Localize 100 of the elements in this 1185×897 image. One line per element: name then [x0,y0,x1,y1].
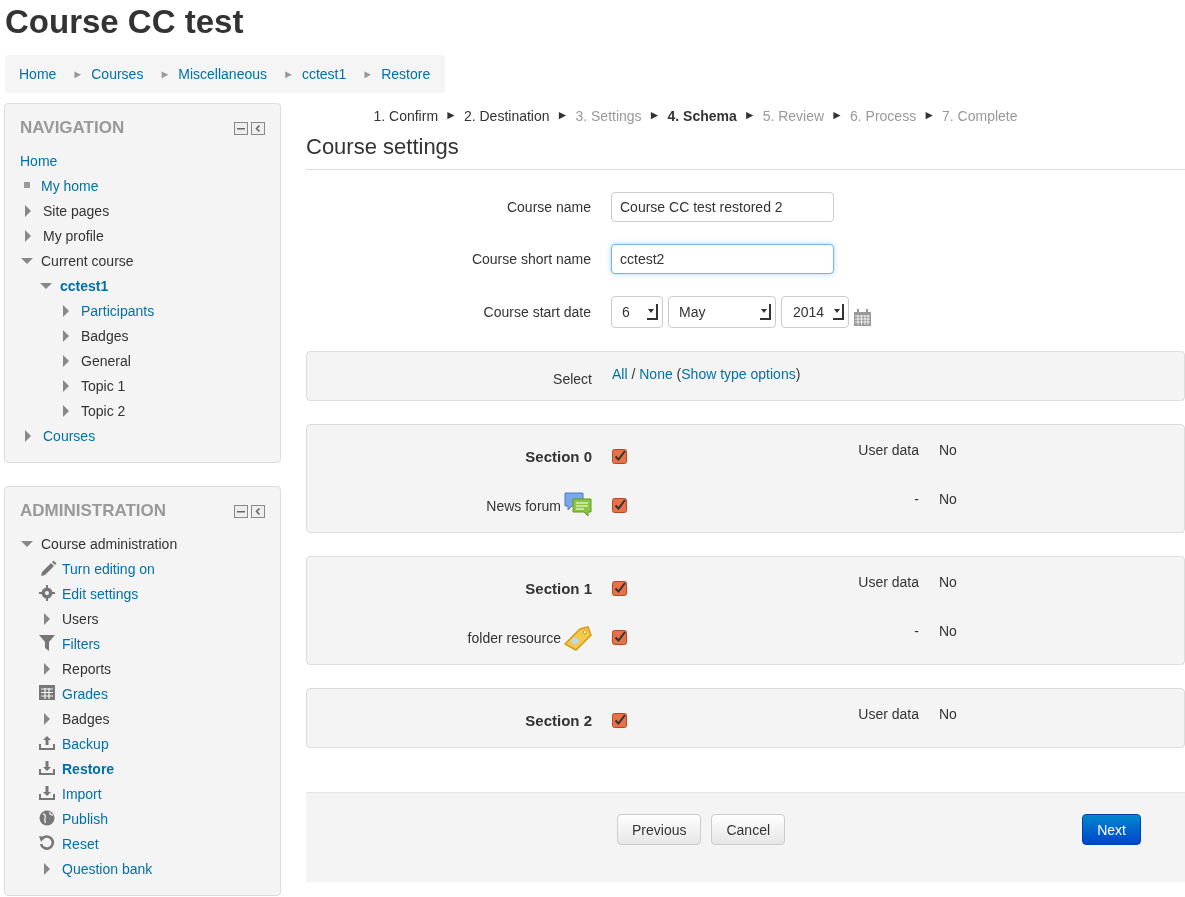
circular-arrow-icon [39,835,57,852]
nav-link[interactable]: Publish [62,810,108,827]
select-link[interactable]: Show type options [681,366,796,400]
breadcrumb-link[interactable]: Restore [381,66,431,82]
nav-item[interactable]: Course administration [41,535,178,552]
setting-value: No [939,574,958,592]
calendar-icon[interactable] [854,308,871,326]
pencil-icon [39,560,57,577]
nav-link[interactable]: Question bank [62,860,153,877]
step-separator: ► [648,108,661,124]
chat-bubbles-icon [564,492,592,519]
setting-label: - [913,491,919,509]
year-dropdown[interactable]: 2014 [781,296,849,328]
dock-icon[interactable] [251,504,265,518]
block-title: ADMINISTRATION [20,501,167,521]
nav-link[interactable]: Edit settings [62,585,139,602]
step-separator: ► [831,108,843,124]
checkbox[interactable] [612,581,627,596]
punctuation-text: ) [795,366,801,384]
step-separator: ► [923,108,936,124]
nav-item[interactable]: General [81,352,131,369]
setting-label: User data [857,706,919,724]
minimize-icon[interactable] [234,504,248,518]
nav-link[interactable]: My home [41,177,99,194]
nav-item[interactable]: Current course [41,252,134,269]
breadcrumb-separator: ► [283,68,294,80]
nav-item[interactable]: Reports [62,660,112,677]
checkbox[interactable] [612,713,627,728]
nav-item[interactable]: Topic 1 [81,377,126,394]
download-icon [39,760,57,777]
field-label: Course name [505,199,591,215]
tag-icon [564,624,592,651]
dock-icon[interactable] [251,121,265,135]
globe-icon [39,810,57,827]
page-title: Course CC test [4,2,245,42]
day-dropdown[interactable]: 6 [611,296,663,328]
form-button[interactable]: Previous [617,814,702,845]
setting-value: No [939,491,958,509]
setting-value: No [939,706,958,724]
section-heading: Course settings [306,134,1185,170]
checkbox[interactable] [612,449,627,464]
breadcrumb-link[interactable]: Home [19,66,57,82]
block-title: NAVIGATION [20,118,125,138]
minimize-icon[interactable] [234,121,248,135]
progress-step: 2. Destination [463,108,550,124]
nav-link[interactable]: Restore [62,760,115,777]
section-title: Section 1 [525,580,592,597]
breadcrumb-link[interactable]: Courses [91,66,144,82]
checkbox[interactable] [612,498,627,513]
text-field[interactable]: Course CC test restored 2 [611,192,834,222]
progress-step: 1. Confirm [373,108,439,124]
table-icon [39,685,57,702]
upload-icon [39,735,57,752]
checkbox[interactable] [612,630,627,645]
punctuation-text: / [630,366,637,384]
nav-item[interactable]: Badges [81,327,129,344]
section-title: Section 0 [525,448,592,465]
nav-item[interactable]: Badges [62,710,110,727]
progress-step: 5. Review [762,108,825,124]
breadcrumb-link[interactable]: cctest1 [301,66,347,82]
field-label: Select [552,370,592,389]
progress-step: 4. Schema [667,108,737,124]
next-button[interactable]: Next [1082,814,1141,845]
nav-link[interactable]: Courses [43,427,96,444]
nav-link[interactable]: Turn editing on [62,560,155,577]
activity-name: folder resource [467,629,561,646]
nav-link[interactable]: cctest1 [60,277,109,294]
nav-link[interactable]: Import [62,785,102,802]
nav-link[interactable]: Backup [62,735,109,752]
field-label: Course short name [470,251,591,267]
breadcrumb-separator: ► [159,68,171,80]
nav-item[interactable]: My profile [43,227,104,244]
nav-link[interactable]: Home [20,152,58,169]
nav-item[interactable]: Users [62,610,99,627]
nav-link[interactable]: Reset [62,835,99,852]
setting-label: User data [857,442,919,460]
select-link[interactable]: All [612,366,628,400]
breadcrumb-separator: ► [72,68,84,80]
progress-step: 7. Complete [942,108,1018,124]
nav-item[interactable]: Site pages [43,202,110,219]
setting-value: No [939,623,958,641]
punctuation-text: ( [675,366,682,384]
nav-item[interactable]: Topic 2 [81,402,126,419]
field-label: Course start date [482,304,591,320]
select-link[interactable]: None [639,366,673,400]
breadcrumb-separator: ► [362,68,374,80]
form-button[interactable]: Cancel [711,814,786,845]
nav-link[interactable]: Participants [81,302,155,319]
setting-label: - [913,623,919,641]
step-separator: ► [556,108,569,124]
setting-value: No [939,442,958,460]
nav-link[interactable]: Filters [62,635,101,652]
step-separator: ► [743,108,756,124]
text-field[interactable]: cctest2 [611,244,834,274]
month-dropdown[interactable]: May [668,296,776,328]
nav-link[interactable]: Grades [62,685,108,702]
breadcrumb-link[interactable]: Miscellaneous [178,66,267,82]
funnel-icon [39,635,57,652]
step-separator: ► [445,108,457,124]
activity-name: News forum [486,497,561,514]
